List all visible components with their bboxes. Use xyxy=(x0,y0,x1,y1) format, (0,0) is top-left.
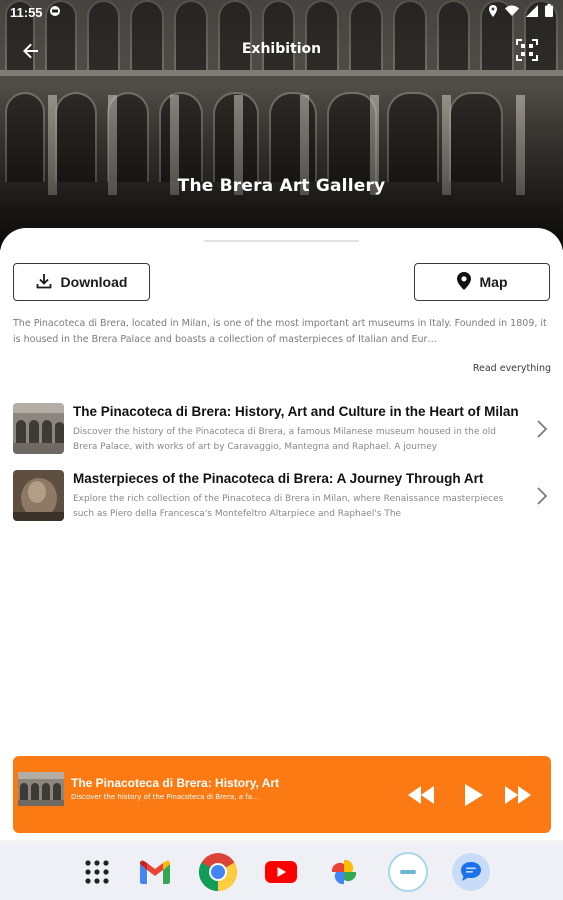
qr-scan-icon[interactable] xyxy=(515,38,541,64)
signal-icon xyxy=(526,4,538,20)
list-item[interactable]: Masterpieces of the Pinacoteca di Brera:… xyxy=(13,470,553,522)
gallery-title: The Brera Art Gallery xyxy=(177,176,386,196)
map-pin-icon xyxy=(456,271,471,293)
chevron-right-icon xyxy=(535,485,549,507)
messages-icon[interactable] xyxy=(451,852,491,892)
map-label: Map xyxy=(479,274,508,290)
page-title: Exhibition xyxy=(241,41,322,57)
track-title: The Pinacoteca di Brera: History, Art an… xyxy=(73,404,519,419)
track-description: Explore the rich collection of the Pinac… xyxy=(73,494,504,519)
map-button[interactable]: Map xyxy=(414,263,550,301)
hero-image: 11:55 Exhibition The Brera Art Gallery xyxy=(0,0,563,250)
notification-icon xyxy=(49,5,61,20)
download-button[interactable]: Download xyxy=(13,263,150,301)
gmail-icon[interactable] xyxy=(135,852,175,892)
gallery-description: The Pinacoteca di Brera, located in Mila… xyxy=(13,318,547,345)
app-bar: Exhibition xyxy=(0,28,563,72)
track-thumbnail xyxy=(13,403,64,454)
app-dock xyxy=(0,843,563,900)
player-thumbnail xyxy=(18,772,64,806)
sheet-handle[interactable] xyxy=(204,240,359,242)
track-title: Masterpieces of the Pinacoteca di Brera:… xyxy=(73,471,484,486)
photos-icon[interactable] xyxy=(324,852,364,892)
content-sheet: Download Map The Pinacoteca di Brera, lo… xyxy=(0,228,563,840)
app-drawer-icon[interactable] xyxy=(77,852,117,892)
rewind-icon[interactable] xyxy=(407,782,435,808)
play-icon[interactable] xyxy=(459,782,487,808)
location-icon xyxy=(488,4,498,20)
wifi-icon xyxy=(505,5,519,19)
track-description: Discover the history of the Pinacoteca d… xyxy=(73,427,496,452)
status-bar: 11:55 xyxy=(0,0,563,24)
list-item[interactable]: The Pinacoteca di Brera: History, Art an… xyxy=(13,403,553,455)
chevron-right-icon xyxy=(535,418,549,440)
other-app-icon[interactable] xyxy=(388,852,428,892)
mini-player[interactable]: The Pinacoteca di Brera: History, Art Di… xyxy=(13,756,551,833)
battery-icon xyxy=(545,4,553,20)
youtube-icon[interactable] xyxy=(261,852,301,892)
read-everything-link[interactable]: Read everything xyxy=(473,363,551,374)
fast-forward-icon[interactable] xyxy=(504,782,532,808)
chrome-icon[interactable] xyxy=(198,852,238,892)
download-label: Download xyxy=(60,274,128,290)
player-title: The Pinacoteca di Brera: History, Art xyxy=(71,776,280,790)
player-subtitle: Discover the history of the Pinacoteca d… xyxy=(71,793,259,801)
track-thumbnail xyxy=(13,470,64,521)
status-time: 11:55 xyxy=(10,4,43,20)
download-icon xyxy=(36,273,52,292)
